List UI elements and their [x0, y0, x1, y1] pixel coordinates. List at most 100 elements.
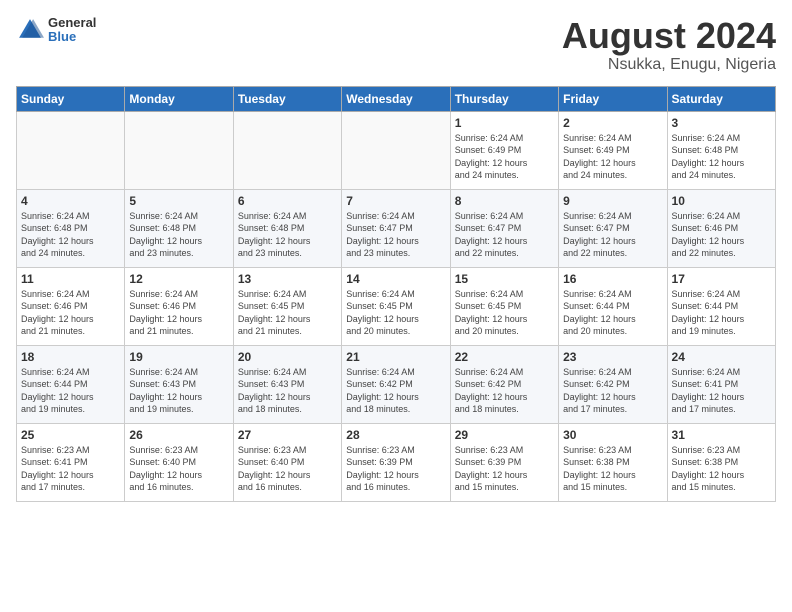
day-number: 1 [455, 116, 554, 130]
weekday-header: Friday [559, 86, 667, 111]
day-info: Sunrise: 6:24 AM Sunset: 6:47 PM Dayligh… [563, 210, 662, 260]
day-info: Sunrise: 6:24 AM Sunset: 6:45 PM Dayligh… [238, 288, 337, 338]
day-info: Sunrise: 6:23 AM Sunset: 6:39 PM Dayligh… [346, 444, 445, 494]
calendar-cell: 2 Sunrise: 6:24 AM Sunset: 6:49 PM Daylig… [559, 111, 667, 189]
calendar-week-row: 25 Sunrise: 6:23 AM Sunset: 6:41 PM Dayli… [17, 423, 776, 501]
calendar-cell: 14 Sunrise: 6:24 AM Sunset: 6:45 PM Dayli… [342, 267, 450, 345]
calendar-cell: 8Sunrise: 6:24 AM Sunset: 6:47 PM Daylig… [450, 189, 558, 267]
calendar-cell: 21 Sunrise: 6:24 AM Sunset: 6:42 PM Dayli… [342, 345, 450, 423]
day-info: Sunrise: 6:23 AM Sunset: 6:41 PM Dayligh… [21, 444, 120, 494]
day-number: 27 [238, 428, 337, 442]
day-info: Sunrise: 6:24 AM Sunset: 6:46 PM Dayligh… [21, 288, 120, 338]
day-number: 23 [563, 350, 662, 364]
calendar-cell: 25 Sunrise: 6:23 AM Sunset: 6:41 PM Dayli… [17, 423, 125, 501]
day-number: 3 [672, 116, 771, 130]
day-info: Sunrise: 6:24 AM Sunset: 6:48 PM Dayligh… [129, 210, 228, 260]
day-number: 14 [346, 272, 445, 286]
day-info: Sunrise: 6:24 AM Sunset: 6:47 PM Dayligh… [455, 210, 554, 260]
day-number: 7 [346, 194, 445, 208]
calendar-cell: 15 Sunrise: 6:24 AM Sunset: 6:45 PM Dayli… [450, 267, 558, 345]
day-info: Sunrise: 6:23 AM Sunset: 6:38 PM Dayligh… [672, 444, 771, 494]
day-info: Sunrise: 6:24 AM Sunset: 6:45 PM Dayligh… [455, 288, 554, 338]
day-info: Sunrise: 6:24 AM Sunset: 6:42 PM Dayligh… [346, 366, 445, 416]
calendar-cell: 18 Sunrise: 6:24 AM Sunset: 6:44 PM Dayli… [17, 345, 125, 423]
day-number: 12 [129, 272, 228, 286]
day-info: Sunrise: 6:23 AM Sunset: 6:40 PM Dayligh… [238, 444, 337, 494]
weekday-header: Thursday [450, 86, 558, 111]
day-info: Sunrise: 6:24 AM Sunset: 6:41 PM Dayligh… [672, 366, 771, 416]
calendar-cell: 29Sunrise: 6:23 AM Sunset: 6:39 PM Dayli… [450, 423, 558, 501]
day-number: 22 [455, 350, 554, 364]
day-number: 25 [21, 428, 120, 442]
day-number: 10 [672, 194, 771, 208]
calendar-cell: 28 Sunrise: 6:23 AM Sunset: 6:39 PM Dayli… [342, 423, 450, 501]
logo-icon [16, 16, 44, 44]
calendar-cell: 3 Sunrise: 6:24 AM Sunset: 6:48 PM Daylig… [667, 111, 775, 189]
calendar-cell: 19 Sunrise: 6:24 AM Sunset: 6:43 PM Dayli… [125, 345, 233, 423]
day-info: Sunrise: 6:24 AM Sunset: 6:49 PM Dayligh… [455, 132, 554, 182]
day-info: Sunrise: 6:24 AM Sunset: 6:49 PM Dayligh… [563, 132, 662, 182]
calendar-cell: 23Sunrise: 6:24 AM Sunset: 6:42 PM Dayli… [559, 345, 667, 423]
day-number: 19 [129, 350, 228, 364]
calendar-cell: 31Sunrise: 6:23 AM Sunset: 6:38 PM Dayli… [667, 423, 775, 501]
day-number: 18 [21, 350, 120, 364]
day-info: Sunrise: 6:24 AM Sunset: 6:42 PM Dayligh… [455, 366, 554, 416]
day-number: 6 [238, 194, 337, 208]
calendar-cell: 12 Sunrise: 6:24 AM Sunset: 6:46 PM Dayli… [125, 267, 233, 345]
calendar-cell: 16Sunrise: 6:24 AM Sunset: 6:44 PM Dayli… [559, 267, 667, 345]
day-info: Sunrise: 6:24 AM Sunset: 6:46 PM Dayligh… [672, 210, 771, 260]
day-info: Sunrise: 6:24 AM Sunset: 6:48 PM Dayligh… [238, 210, 337, 260]
day-info: Sunrise: 6:24 AM Sunset: 6:47 PM Dayligh… [346, 210, 445, 260]
day-info: Sunrise: 6:24 AM Sunset: 6:43 PM Dayligh… [238, 366, 337, 416]
calendar-body: 1 Sunrise: 6:24 AM Sunset: 6:49 PM Daylig… [17, 111, 776, 501]
day-number: 5 [129, 194, 228, 208]
calendar-cell: 1 Sunrise: 6:24 AM Sunset: 6:49 PM Daylig… [450, 111, 558, 189]
calendar-cell: 27 Sunrise: 6:23 AM Sunset: 6:40 PM Dayli… [233, 423, 341, 501]
day-number: 30 [563, 428, 662, 442]
day-number: 26 [129, 428, 228, 442]
weekday-row: SundayMondayTuesdayWednesdayThursdayFrid… [17, 86, 776, 111]
day-info: Sunrise: 6:24 AM Sunset: 6:48 PM Dayligh… [672, 132, 771, 182]
weekday-header: Wednesday [342, 86, 450, 111]
page-header: General Blue August 2024 Nsukka, Enugu, … [16, 16, 776, 74]
title-block: August 2024 Nsukka, Enugu, Nigeria [562, 16, 776, 74]
day-number: 21 [346, 350, 445, 364]
logo-blue: Blue [48, 30, 96, 44]
logo-general: General [48, 16, 96, 30]
calendar-cell: 5 Sunrise: 6:24 AM Sunset: 6:48 PM Daylig… [125, 189, 233, 267]
weekday-header: Saturday [667, 86, 775, 111]
weekday-header: Monday [125, 86, 233, 111]
day-number: 9 [563, 194, 662, 208]
day-number: 28 [346, 428, 445, 442]
calendar-header: SundayMondayTuesdayWednesdayThursdayFrid… [17, 86, 776, 111]
calendar-cell: 22 Sunrise: 6:24 AM Sunset: 6:42 PM Dayli… [450, 345, 558, 423]
calendar-subtitle: Nsukka, Enugu, Nigeria [562, 56, 776, 74]
calendar-week-row: 4 Sunrise: 6:24 AM Sunset: 6:48 PM Daylig… [17, 189, 776, 267]
day-info: Sunrise: 6:24 AM Sunset: 6:43 PM Dayligh… [129, 366, 228, 416]
weekday-header: Sunday [17, 86, 125, 111]
calendar-cell: 13 Sunrise: 6:24 AM Sunset: 6:45 PM Dayli… [233, 267, 341, 345]
day-info: Sunrise: 6:24 AM Sunset: 6:46 PM Dayligh… [129, 288, 228, 338]
day-info: Sunrise: 6:24 AM Sunset: 6:48 PM Dayligh… [21, 210, 120, 260]
calendar-cell: 9 Sunrise: 6:24 AM Sunset: 6:47 PM Daylig… [559, 189, 667, 267]
calendar-cell: 30 Sunrise: 6:23 AM Sunset: 6:38 PM Dayli… [559, 423, 667, 501]
day-number: 4 [21, 194, 120, 208]
calendar-week-row: 18 Sunrise: 6:24 AM Sunset: 6:44 PM Dayli… [17, 345, 776, 423]
day-number: 13 [238, 272, 337, 286]
logo-text: General Blue [48, 16, 96, 45]
day-info: Sunrise: 6:23 AM Sunset: 6:40 PM Dayligh… [129, 444, 228, 494]
calendar-cell: 24 Sunrise: 6:24 AM Sunset: 6:41 PM Dayli… [667, 345, 775, 423]
logo: General Blue [16, 16, 96, 45]
day-info: Sunrise: 6:24 AM Sunset: 6:44 PM Dayligh… [21, 366, 120, 416]
calendar-table: SundayMondayTuesdayWednesdayThursdayFrid… [16, 86, 776, 502]
day-number: 24 [672, 350, 771, 364]
calendar-cell [233, 111, 341, 189]
weekday-header: Tuesday [233, 86, 341, 111]
day-number: 15 [455, 272, 554, 286]
day-info: Sunrise: 6:23 AM Sunset: 6:38 PM Dayligh… [563, 444, 662, 494]
calendar-cell: 6 Sunrise: 6:24 AM Sunset: 6:48 PM Daylig… [233, 189, 341, 267]
day-number: 2 [563, 116, 662, 130]
day-info: Sunrise: 6:24 AM Sunset: 6:45 PM Dayligh… [346, 288, 445, 338]
day-info: Sunrise: 6:24 AM Sunset: 6:44 PM Dayligh… [672, 288, 771, 338]
calendar-cell: 10 Sunrise: 6:24 AM Sunset: 6:46 PM Dayli… [667, 189, 775, 267]
